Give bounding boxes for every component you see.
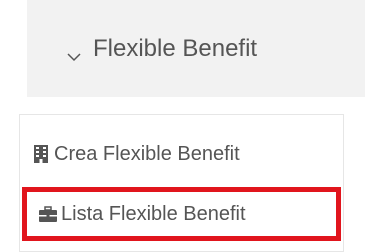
menu-item-crea-flexible-benefit[interactable]: Crea Flexible Benefit: [20, 129, 343, 179]
flexible-benefit-toggle[interactable]: Flexible Benefit: [27, 0, 365, 97]
flexible-benefit-submenu: Crea Flexible Benefit Lista Flexible Ben…: [19, 114, 344, 252]
building-icon: [32, 145, 50, 163]
briefcase-icon: [39, 205, 57, 223]
chevron-down-icon: [65, 43, 83, 61]
menu-item-label: Crea Flexible Benefit: [54, 142, 240, 165]
menu-item-label: Lista Flexible Benefit: [61, 202, 246, 225]
menu-item-lista-flexible-benefit[interactable]: Lista Flexible Benefit: [22, 187, 341, 241]
flexible-benefit-label: Flexible Benefit: [93, 34, 258, 62]
flexible-benefit-menu: Flexible Benefit Crea Flexible Benefit L…: [0, 0, 365, 252]
